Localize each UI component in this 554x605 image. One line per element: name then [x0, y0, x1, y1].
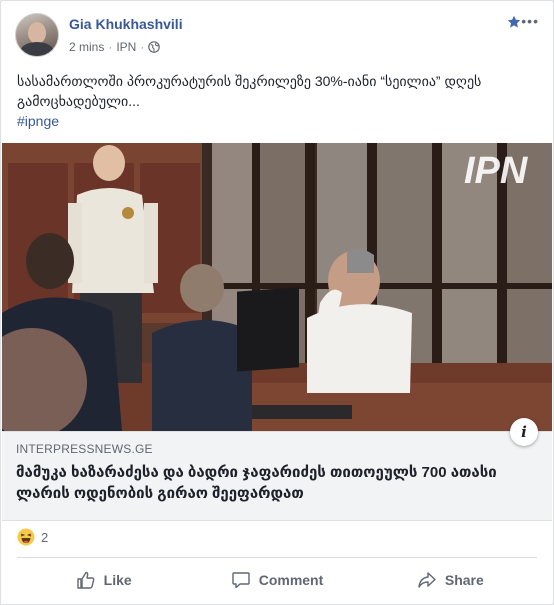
meta-separator: · [108, 40, 113, 54]
reaction-count: 2 [41, 529, 49, 545]
post-meta: 2 mins · IPN · [69, 40, 161, 54]
share-icon [418, 572, 436, 588]
info-icon[interactable]: i [510, 418, 538, 446]
hashtag-link[interactable]: #ipnge [17, 111, 537, 131]
meta-separator: · [140, 40, 145, 54]
courtroom-photo: IPN [2, 143, 552, 431]
like-button[interactable]: Like [17, 561, 190, 599]
author-name[interactable]: Gia Khukhashvili [69, 16, 183, 32]
like-icon [76, 571, 95, 589]
post-photo[interactable]: IPN [2, 143, 552, 431]
comment-icon [232, 572, 250, 589]
like-label: Like [103, 572, 132, 588]
globe-icon[interactable] [148, 41, 161, 53]
post-body: სასამართლოში პროკურატურის შეკრილეზე 30%-… [17, 73, 482, 109]
post-text: სასამართლოში პროკურატურის შეკრილეზე 30%-… [17, 71, 537, 131]
post-card: Gia Khukhashvili 2 mins · IPN · ••• სასა… [0, 0, 554, 605]
ipn-watermark: IPN [464, 150, 529, 192]
star-icon[interactable] [507, 15, 521, 29]
comment-label: Comment [258, 572, 324, 588]
avatar[interactable] [15, 13, 59, 57]
share-button[interactable]: Share [364, 561, 537, 599]
post-header: Gia Khukhashvili 2 mins · IPN · ••• [15, 13, 539, 63]
link-title[interactable]: მამუკა ხაზარაძესა და ბადრი ჯაფარიძეს თით… [16, 462, 512, 504]
link-source: INTERPRESSNEWS.GE [16, 442, 153, 456]
share-label: Share [444, 572, 484, 588]
more-options-icon[interactable]: ••• [521, 13, 539, 29]
link-preview[interactable]: i INTERPRESSNEWS.GE მამუკა ხაზარაძესა და… [2, 418, 552, 521]
actions-divider [17, 557, 537, 558]
timestamp[interactable]: 2 mins [69, 40, 104, 54]
watermark-text: IPN [464, 150, 529, 192]
haha-icon [17, 528, 35, 546]
reactions-summary[interactable]: 2 [17, 527, 48, 547]
comment-button[interactable]: Comment [190, 561, 363, 599]
post-source: IPN [116, 40, 137, 54]
post-actions: Like Comment Share [17, 561, 537, 599]
